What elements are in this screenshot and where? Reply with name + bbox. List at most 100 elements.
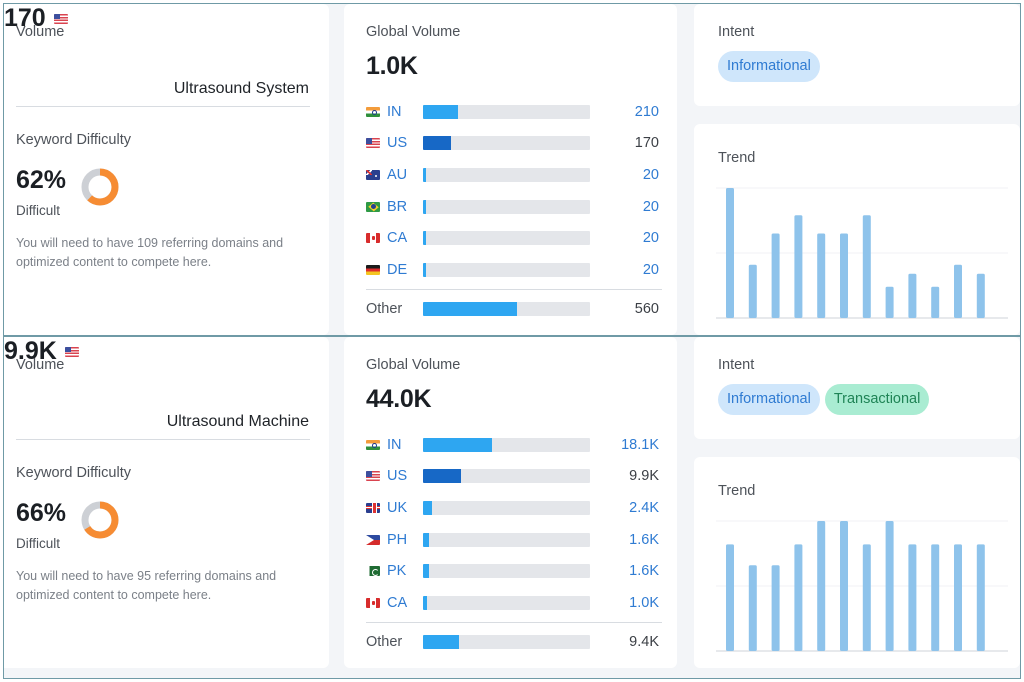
country-code[interactable]: BR: [387, 199, 422, 215]
country-code[interactable]: CA: [387, 595, 422, 611]
us-flag-icon: [64, 346, 79, 357]
country-code[interactable]: PK: [387, 563, 422, 579]
trend-bar[interactable]: [771, 565, 780, 651]
other-label: Other: [366, 634, 403, 651]
trend-bar[interactable]: [954, 264, 962, 318]
trend-bar[interactable]: [862, 215, 871, 318]
intent-chip-informational[interactable]: Informational: [718, 51, 820, 82]
au-flag-icon: [366, 169, 380, 180]
country-row-uk[interactable]: UK 2.4K: [366, 492, 662, 524]
country-volume-bar-fill: [423, 104, 459, 119]
country-volume-bar: [423, 500, 590, 515]
divider: [16, 439, 310, 440]
country-code[interactable]: UK: [387, 500, 422, 516]
country-row-au[interactable]: AU 20: [366, 159, 662, 191]
us-flag-icon: [366, 471, 380, 482]
trend-bar[interactable]: [726, 188, 734, 318]
global-volume-card: Global Volume 1.0K IN 210 US 170 AU 20 BR 20 CA 2…: [344, 4, 677, 335]
trend-bar[interactable]: [908, 273, 917, 318]
country-volume-value[interactable]: 210: [635, 104, 659, 120]
trend-bar[interactable]: [862, 544, 871, 651]
trend-bar[interactable]: [726, 544, 734, 651]
trend-bar[interactable]: [908, 544, 917, 651]
country-volume-bar-fill: [423, 262, 427, 277]
trend-card: Trend: [694, 457, 1020, 668]
trend-bar[interactable]: [771, 233, 780, 319]
country-row-ca[interactable]: CA 1.0K: [366, 587, 662, 619]
other-volume-bar: [423, 302, 590, 317]
country-volume-bar: [423, 199, 590, 214]
country-volume-value[interactable]: 2.4K: [629, 500, 659, 516]
other-volume-value: 560: [634, 301, 659, 318]
trend-bar[interactable]: [748, 264, 757, 318]
pk-flag-icon: [366, 566, 380, 577]
country-volume-value[interactable]: 20: [643, 262, 659, 278]
global-volume-label: Global Volume: [366, 24, 461, 40]
country-volume-value[interactable]: 20: [643, 199, 659, 215]
volume-card: Volume 9.9K Ultrasound Machine Keyword D…: [4, 337, 329, 668]
country-volume-bar: [423, 469, 590, 484]
trend-bar[interactable]: [885, 286, 894, 318]
country-code[interactable]: US: [387, 468, 422, 484]
us-flag-icon: [53, 13, 68, 24]
country-volume-bar: [423, 167, 590, 182]
other-volume-bar-fill: [423, 302, 517, 317]
country-code[interactable]: IN: [387, 437, 422, 453]
keyword-overview-row: Volume 170 Ultrasound System Keyword Dif…: [4, 4, 1020, 335]
country-volume-value[interactable]: 1.6K: [629, 532, 659, 548]
difficulty-donut: [81, 168, 119, 206]
trend-label: Trend: [718, 483, 756, 499]
trend-bar[interactable]: [794, 215, 803, 318]
country-volume-value[interactable]: 1.6K: [629, 563, 659, 579]
keyword-overview-row: Volume 9.9K Ultrasound Machine Keyword D…: [4, 337, 1020, 668]
trend-bar[interactable]: [794, 544, 803, 651]
country-volume-value[interactable]: 20: [643, 167, 659, 183]
country-volume-value[interactable]: 18.1K: [621, 437, 659, 453]
country-volume-list: IN 18.1K US 9.9K UK 2.4K PH 1.6K PK 1.6K CA 1.0K Oth…: [366, 429, 662, 658]
trend-bar[interactable]: [748, 565, 757, 651]
country-code[interactable]: AU: [387, 167, 422, 183]
trend-bar[interactable]: [931, 544, 940, 651]
trend-bar[interactable]: [954, 544, 962, 651]
trend-bar[interactable]: [840, 233, 848, 319]
trend-bar[interactable]: [840, 521, 848, 651]
country-volume-bar-fill: [423, 500, 433, 515]
intent-card: Intent Informational: [694, 4, 1020, 106]
other-volume-bar-fill: [423, 635, 459, 650]
country-volume-value[interactable]: 20: [643, 230, 659, 246]
country-row-in[interactable]: IN 18.1K: [366, 429, 662, 461]
country-code[interactable]: PH: [387, 532, 422, 548]
trend-bar[interactable]: [885, 521, 894, 651]
trend-bar[interactable]: [817, 233, 826, 319]
country-row-ph[interactable]: PH 1.6K: [366, 524, 662, 556]
country-row-us[interactable]: US 9.9K: [366, 461, 662, 493]
other-volume-bar: [423, 635, 590, 650]
country-code[interactable]: DE: [387, 262, 422, 278]
country-row-in[interactable]: IN 210: [366, 96, 662, 128]
trend-bar[interactable]: [817, 521, 826, 651]
trend-bar[interactable]: [931, 286, 940, 318]
country-volume-bar-fill: [423, 595, 427, 610]
country-row-br[interactable]: BR 20: [366, 191, 662, 223]
country-volume-value[interactable]: 1.0K: [629, 595, 659, 611]
country-row-de[interactable]: DE 20: [366, 254, 662, 286]
in-flag-icon: [366, 439, 380, 450]
us-flag-icon: [366, 138, 380, 149]
country-code[interactable]: CA: [387, 230, 422, 246]
ca-flag-icon: [366, 233, 380, 244]
intent-card: Intent Informational Transactional: [694, 337, 1020, 439]
intent-label: Intent: [718, 357, 755, 373]
country-row-us[interactable]: US 170: [366, 128, 662, 160]
intent-chip-transactional[interactable]: Transactional: [824, 384, 930, 415]
trend-bar[interactable]: [976, 273, 985, 318]
ca-flag-icon: [366, 597, 380, 608]
country-volume-bar: [423, 231, 590, 246]
intent-chip-informational[interactable]: Informational: [718, 384, 820, 415]
country-code[interactable]: IN: [387, 104, 422, 120]
country-code[interactable]: US: [387, 135, 422, 151]
trend-bar[interactable]: [976, 544, 985, 651]
country-row-pk[interactable]: PK 1.6K: [366, 555, 662, 587]
country-row-ca[interactable]: CA 20: [366, 222, 662, 254]
country-volume-list: IN 210 US 170 AU 20 BR 20 CA 20 DE 20 Other 560: [366, 96, 662, 325]
difficulty-level: Difficult: [16, 536, 61, 551]
